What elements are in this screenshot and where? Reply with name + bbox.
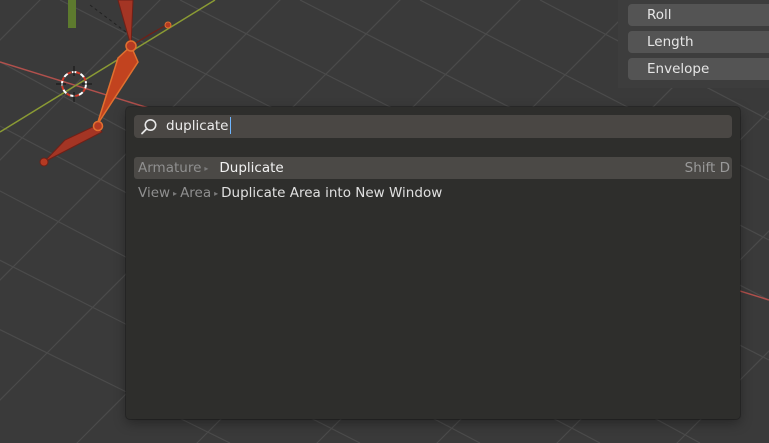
joint-tip — [39, 157, 49, 167]
joint-arm — [164, 21, 172, 29]
search-menu-popup: duplicate Armature ▸ Duplicate Shift D Vie… — [126, 107, 740, 419]
joint-middle — [92, 120, 104, 132]
result-label: Duplicate — [219, 160, 284, 176]
bone-lower — [43, 124, 103, 163]
text-cursor — [229, 116, 231, 134]
path-separator-icon: ▸ — [214, 189, 219, 198]
search-result-duplicate[interactable]: Armature ▸ Duplicate Shift D — [134, 157, 732, 179]
shortcut-label: Shift D — [684, 160, 730, 176]
bone-arm — [130, 23, 169, 47]
result-path-armature: Armature — [138, 160, 202, 176]
search-input[interactable]: duplicate — [134, 115, 732, 138]
result-label: Duplicate Area into New Window — [221, 185, 443, 201]
length-button[interactable]: Length — [628, 31, 769, 53]
result-path-view: View — [138, 185, 171, 201]
3d-cursor-icon[interactable] — [56, 66, 92, 102]
path-separator-icon: ▸ — [204, 164, 209, 173]
3d-viewport[interactable]: Roll Length Envelope duplicate Armature ▸… — [0, 0, 769, 443]
roll-button[interactable]: Roll — [628, 4, 769, 26]
result-path-area: Area — [180, 185, 212, 201]
search-query: duplicate — [166, 116, 231, 134]
side-panel: Roll Length Envelope — [618, 0, 769, 88]
green-object — [68, 0, 76, 28]
search-result-duplicate-area[interactable]: View ▸ Area ▸ Duplicate Area into New Window — [134, 182, 732, 204]
envelope-button[interactable]: Envelope — [628, 58, 769, 80]
search-icon — [141, 119, 157, 135]
path-separator-icon: ▸ — [173, 189, 178, 198]
joint-upper — [125, 40, 137, 52]
